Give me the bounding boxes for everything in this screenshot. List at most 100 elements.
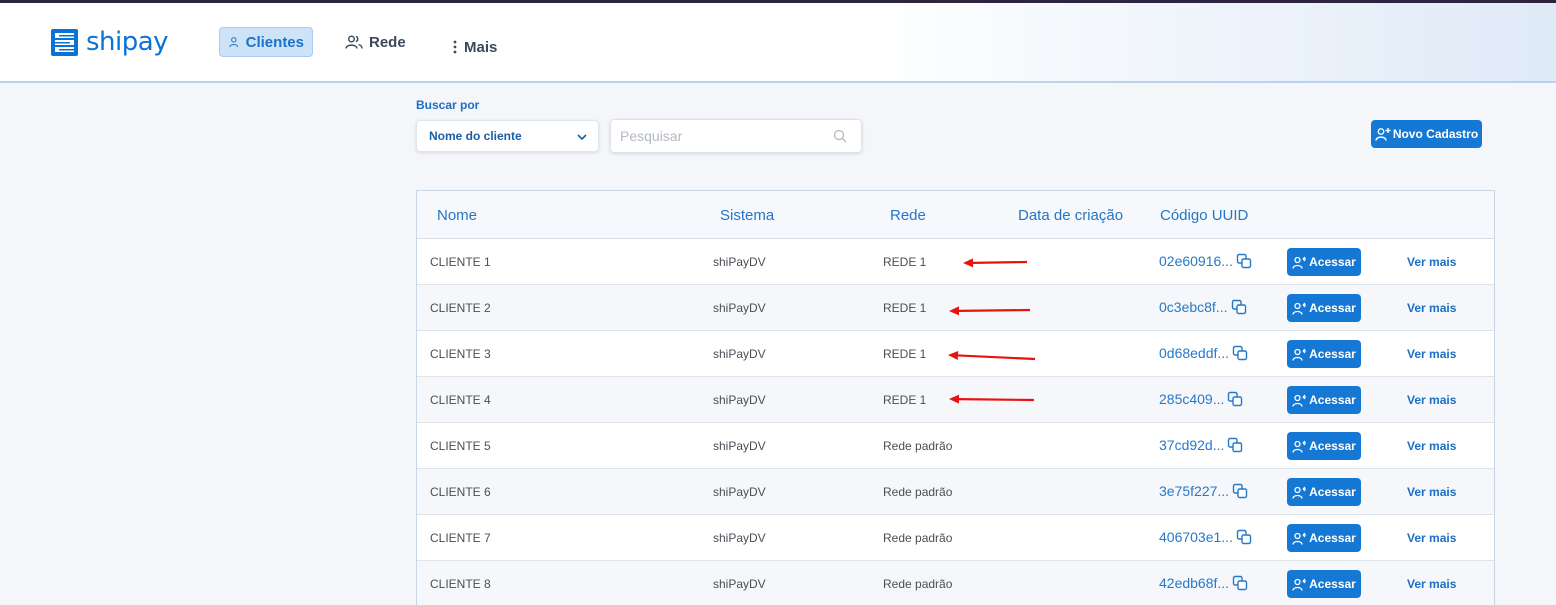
acessar-button[interactable]: Acessar [1287,340,1361,368]
chevron-down-icon [577,134,587,141]
table-row: CLIENTE 6 shiPayDV Rede padrão 3e75f227... A… [417,469,1494,515]
cell-uuid: 406703e1... [1159,529,1252,545]
uuid-text: 42edb68f... [1159,575,1230,591]
cell-uuid: 3e75f227... [1159,483,1248,499]
uuid-text: 0c3ebc8f... [1159,299,1228,315]
search-icon[interactable] [833,129,847,143]
acessar-button[interactable]: Acessar [1287,570,1361,598]
cell-sistema: shiPayDV [713,255,766,269]
user-access-icon [1292,578,1307,591]
ver-mais-link[interactable]: Ver mais [1407,347,1456,361]
uuid-text: 0d68eddf... [1159,345,1230,361]
nav-rede[interactable]: Rede [337,27,414,57]
cell-sistema: shiPayDV [713,439,766,453]
acessar-label: Acessar [1309,531,1356,545]
copy-icon[interactable] [1236,253,1252,269]
shipay-logo-icon [51,28,78,56]
kebab-icon [453,40,457,54]
column-header-nome[interactable]: Nome [437,207,477,224]
copy-icon[interactable] [1227,391,1243,407]
acessar-button[interactable]: Acessar [1287,524,1361,552]
cell-nome: CLIENTE 8 [430,577,491,591]
column-header-data-criacao[interactable]: Data de criação [1018,207,1123,224]
uuid-text: 3e75f227... [1159,483,1230,499]
cell-sistema: shiPayDV [713,531,766,545]
cell-nome: CLIENTE 3 [430,347,491,361]
new-registration-label: Novo Cadastro [1392,127,1479,141]
cell-uuid: 0d68eddf... [1159,345,1248,361]
table-row: CLIENTE 5 shiPayDV Rede padrão 37cd92d... Ac… [417,423,1494,469]
ver-mais-link[interactable]: Ver mais [1407,531,1456,545]
cell-rede: Rede padrão [883,531,953,545]
search-input[interactable] [611,120,811,152]
acessar-button[interactable]: Acessar [1287,386,1361,414]
table-row: CLIENTE 7 shiPayDV Rede padrão 406703e1... A… [417,515,1494,561]
uuid-text: 02e60916... [1159,253,1233,269]
table-header: Nome Sistema Rede Data de criação Código… [417,191,1494,239]
nav-clientes-label: Clientes [245,33,304,51]
user-access-icon [1292,348,1307,361]
user-access-icon [1292,486,1307,499]
column-header-sistema[interactable]: Sistema [720,207,774,224]
nav-clientes[interactable]: Clientes [219,27,313,57]
ver-mais-link[interactable]: Ver mais [1407,393,1456,407]
search-by-selected-value: Nome do cliente [429,129,522,143]
user-access-icon [1292,302,1307,315]
copy-icon[interactable] [1231,299,1247,315]
cell-nome: CLIENTE 4 [430,393,491,407]
user-access-icon [1292,440,1307,453]
uuid-text: 37cd92d... [1159,437,1225,453]
cell-rede: Rede padrão [883,577,953,591]
cell-rede: REDE 1 [883,347,927,361]
acessar-button[interactable]: Acessar [1287,432,1361,460]
search-field [610,119,862,153]
nav-mais[interactable]: Mais [444,32,505,62]
brand-name: shipay [86,27,169,57]
ver-mais-link[interactable]: Ver mais [1407,439,1456,453]
copy-icon[interactable] [1227,437,1243,453]
column-header-rede[interactable]: Rede [890,207,926,224]
cell-rede: REDE 1 [883,301,927,315]
table-row: CLIENTE 3 shiPayDV REDE 1 0d68eddf... Acessa… [417,331,1494,377]
cell-nome: CLIENTE 2 [430,301,491,315]
cell-uuid: 285c409... [1159,391,1243,407]
ver-mais-link[interactable]: Ver mais [1407,485,1456,499]
search-by-select[interactable]: Nome do cliente [416,120,599,152]
ver-mais-link[interactable]: Ver mais [1407,301,1456,315]
copy-icon[interactable] [1236,529,1252,545]
cell-uuid: 42edb68f... [1159,575,1248,591]
cell-uuid: 37cd92d... [1159,437,1243,453]
user-icon [229,37,239,48]
acessar-label: Acessar [1309,393,1356,407]
acessar-button[interactable]: Acessar [1287,294,1361,322]
acessar-button[interactable]: Acessar [1287,478,1361,506]
acessar-label: Acessar [1309,347,1356,361]
new-registration-button[interactable]: Novo Cadastro [1371,120,1482,148]
brand-logo[interactable]: shipay [50,27,169,57]
cell-nome: CLIENTE 7 [430,531,491,545]
cell-rede: Rede padrão [883,485,953,499]
cell-rede: REDE 1 [883,255,927,269]
acessar-label: Acessar [1309,439,1356,453]
nav-mais-label: Mais [464,38,498,56]
cell-nome: CLIENTE 5 [430,439,491,453]
copy-icon[interactable] [1232,575,1248,591]
copy-icon[interactable] [1232,483,1248,499]
ver-mais-link[interactable]: Ver mais [1407,255,1456,269]
copy-icon[interactable] [1232,345,1248,361]
acessar-label: Acessar [1309,577,1356,591]
cell-sistema: shiPayDV [713,301,766,315]
user-plus-icon [1375,128,1391,141]
clients-table: Nome Sistema Rede Data de criação Código… [416,190,1495,605]
column-header-codigo-uuid[interactable]: Código UUID [1160,207,1248,224]
nav-rede-label: Rede [369,33,406,51]
table-row: CLIENTE 2 shiPayDV REDE 1 0c3ebc8f... Acessa… [417,285,1494,331]
cell-nome: CLIENTE 1 [430,255,491,269]
ver-mais-link[interactable]: Ver mais [1407,577,1456,591]
table-body: CLIENTE 1 shiPayDV REDE 1 02e60916... Acessa… [417,239,1494,605]
cell-sistema: shiPayDV [713,577,766,591]
table-row: CLIENTE 4 shiPayDV REDE 1 285c409... Acessar… [417,377,1494,423]
uuid-text: 285c409... [1159,391,1225,407]
acessar-button[interactable]: Acessar [1287,248,1361,276]
table-row: CLIENTE 8 shiPayDV Rede padrão 42edb68f... A… [417,561,1494,605]
